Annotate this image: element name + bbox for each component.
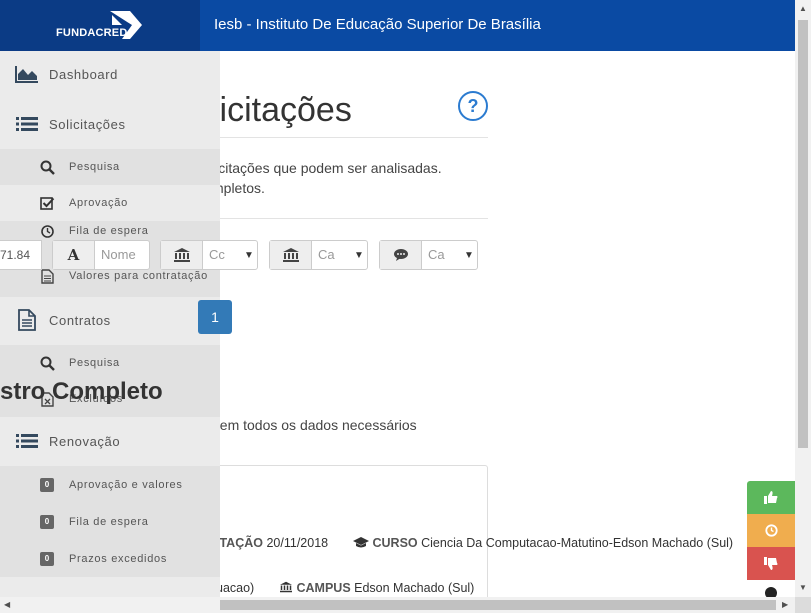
clock-icon	[39, 223, 55, 239]
scroll-left-icon[interactable]: ◀	[4, 600, 10, 609]
sidebar-subitem-label: Pesquisa	[69, 161, 120, 173]
sidebar-subitem-pesquisa[interactable]: Pesquisa	[0, 149, 220, 185]
institution-title: Iesb - Instituto De Educação Superior De…	[214, 16, 541, 33]
request-date: ITAÇÃO 20/11/2018	[216, 536, 329, 550]
chevron-down-icon: ▼	[464, 249, 474, 261]
sidebar-item-label: Renovação	[49, 433, 121, 449]
campus-select[interactable]: Ca ▼	[269, 240, 368, 270]
page-title: licitações	[212, 91, 352, 129]
institution-select[interactable]: Cc ▼	[160, 240, 258, 270]
request-course-tail: uacao)	[216, 581, 255, 595]
list-icon	[14, 431, 40, 451]
sidebar-subitem-label: Prazos excedidos	[69, 553, 168, 565]
sidebar-subitem-label: Valores para contratação	[69, 270, 208, 282]
area-chart-icon	[14, 64, 40, 84]
reject-button[interactable]	[747, 547, 795, 580]
sidebar-subitem-aprovacao[interactable]: Aprovação	[0, 185, 220, 221]
sidebar-item-contratos[interactable]: Contratos	[0, 297, 220, 343]
thumbs-up-icon	[764, 491, 778, 504]
scroll-up-icon[interactable]: ▲	[799, 4, 807, 13]
sidebar-item-label: Contratos	[49, 312, 111, 328]
sidebar-subitem-ren-prazos[interactable]: 0 Prazos excedidos	[0, 541, 220, 577]
search-icon	[39, 159, 55, 175]
sidebar-item-label: Solicitações	[49, 116, 126, 132]
request-campus: CAMPUS Edson Machado (Sul)	[279, 581, 474, 596]
sidebar-item-dashboard[interactable]: Dashboard	[0, 51, 220, 97]
file-icon	[39, 268, 55, 284]
sidebar-item-solicitacoes[interactable]: Solicitações	[0, 101, 220, 147]
info-button[interactable]	[747, 580, 795, 599]
chevron-down-icon: ▼	[354, 249, 364, 261]
comment-icon	[380, 241, 422, 269]
list-icon	[14, 114, 40, 134]
sidebar-subitem-ren-aprovacao[interactable]: 0 Aprovação e valores	[0, 467, 220, 503]
vertical-scrollbar[interactable]: ▲ ▼	[795, 0, 811, 597]
top-bar: FUNDACRED Iesb - Instituto De Educação S…	[0, 0, 795, 51]
vertical-scroll-thumb[interactable]	[798, 20, 808, 448]
zero-badge: 0	[39, 477, 55, 493]
description-line-1: licitações que podem ser analisadas.	[212, 160, 442, 176]
app-window: licitações ? licitações que podem ser an…	[0, 0, 811, 613]
chevron-down-icon: ▼	[244, 249, 254, 261]
title-divider	[212, 137, 488, 138]
name-filter[interactable]: A Nome	[52, 240, 150, 270]
section-title: stro Completo	[0, 378, 163, 405]
institution-select-value[interactable]: Cc	[203, 241, 241, 269]
thumbs-down-icon	[764, 557, 778, 570]
zero-badge: 0	[39, 514, 55, 530]
sidebar-subitem-label: Aprovação e valores	[69, 479, 183, 491]
name-input[interactable]: Nome	[95, 241, 149, 269]
filters-divider	[212, 218, 488, 219]
institution-icon	[279, 581, 293, 596]
status-select[interactable]: Ca ▼	[379, 240, 478, 270]
scroll-right-icon[interactable]: ▶	[782, 600, 788, 609]
search-icon	[39, 355, 55, 371]
font-icon: A	[53, 241, 95, 269]
value-input[interactable]: 71.84	[0, 240, 42, 270]
sidebar-subitem-label: Fila de espera	[69, 516, 149, 528]
zero-badge-value: 0	[40, 552, 54, 566]
status-select-value[interactable]: Ca	[422, 241, 461, 269]
scroll-down-icon[interactable]: ▼	[799, 583, 807, 592]
check-square-icon	[39, 195, 55, 211]
sidebar: Dashboard Solicitações Pesquisa Aprovaçã…	[0, 51, 220, 597]
wait-button[interactable]	[747, 514, 795, 547]
sidebar-item-label: Dashboard	[49, 66, 118, 82]
campus-icon	[270, 241, 312, 269]
logo[interactable]: FUNDACRED	[0, 0, 200, 51]
sidebar-subitem-label: Pesquisa	[69, 357, 120, 369]
help-icon[interactable]: ?	[458, 91, 488, 121]
approve-button[interactable]	[747, 481, 795, 514]
scrollbar-corner	[795, 597, 811, 613]
sidebar-subitem-fila[interactable]: Fila de espera	[0, 221, 220, 241]
campus-select-value[interactable]: Ca	[312, 241, 351, 269]
horizontal-scrollbar[interactable]: ◀ ▶	[0, 597, 795, 613]
sidebar-subitem-label: Fila de espera	[69, 225, 149, 237]
count-badge[interactable]: 1	[198, 300, 232, 334]
zero-badge-value: 0	[40, 478, 54, 492]
sidebar-subitem-ren-fila[interactable]: 0 Fila de espera	[0, 504, 220, 540]
graduation-cap-icon	[353, 537, 369, 551]
zero-badge-value: 0	[40, 515, 54, 529]
zero-badge: 0	[39, 551, 55, 567]
sidebar-subitem-contratos-pesquisa[interactable]: Pesquisa	[0, 345, 220, 381]
institution-icon	[161, 241, 203, 269]
sidebar-subitem-label: Aprovação	[69, 197, 128, 209]
document-icon	[14, 309, 40, 331]
clock-icon	[764, 524, 778, 537]
horizontal-scroll-thumb[interactable]	[220, 600, 776, 610]
sidebar-item-renovacao[interactable]: Renovação	[0, 418, 220, 464]
request-course: CURSO Ciencia Da Computacao-Matutino-Eds…	[353, 536, 733, 551]
section-description: uem todos os dados necessários	[212, 417, 417, 433]
logo-mark-icon	[110, 11, 142, 39]
